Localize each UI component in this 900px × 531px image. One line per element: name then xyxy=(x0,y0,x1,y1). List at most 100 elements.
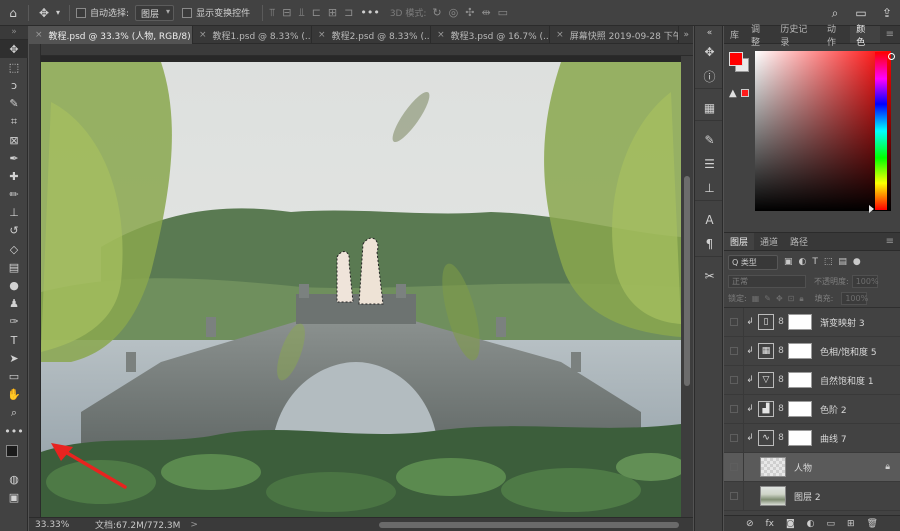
close-icon[interactable]: × xyxy=(199,30,207,40)
layer-mask-thumbnail[interactable] xyxy=(788,372,812,388)
rectangle-tool[interactable]: ▭ xyxy=(0,367,28,385)
home-icon[interactable]: ⌂ xyxy=(4,4,22,22)
layer-thumbnail[interactable] xyxy=(760,486,786,506)
character-icon[interactable]: A xyxy=(695,208,724,232)
tabs-overflow-icon[interactable]: » xyxy=(679,26,693,43)
layer-row[interactable]: ↲ ▽ 8 自然饱和度 1 xyxy=(724,365,900,395)
color-picker-field[interactable] xyxy=(755,51,895,211)
visibility-toggle[interactable] xyxy=(724,452,744,482)
close-icon[interactable]: × xyxy=(437,30,445,40)
screen-mode-icon[interactable]: ▣ xyxy=(0,488,28,506)
layer-name[interactable]: 人物 xyxy=(794,461,812,474)
chevron-down-icon[interactable]: ▾ xyxy=(53,4,63,22)
link-icon[interactable]: 8 xyxy=(776,404,786,414)
align-left-icon[interactable]: ⊏ xyxy=(312,6,321,20)
align-center-icon[interactable]: ⊞ xyxy=(328,6,337,20)
brush-tool[interactable]: ✏ xyxy=(0,186,28,204)
auto-select-dropdown[interactable]: 图层 xyxy=(135,4,175,21)
search-icon[interactable]: ⌕ xyxy=(826,4,844,22)
hand-tool[interactable]: ✋ xyxy=(0,386,28,404)
link-icon[interactable]: 8 xyxy=(776,317,786,327)
filter-adjustment-icon[interactable]: ◐ xyxy=(799,257,807,267)
tool-presets-icon[interactable]: ✂ xyxy=(695,264,724,288)
filter-pixel-icon[interactable]: ▣ xyxy=(784,257,793,267)
lock-all-icon[interactable]: 🔒︎ xyxy=(799,294,803,304)
gradient-tool[interactable]: ▤ xyxy=(0,258,28,276)
marquee-tool[interactable]: ⬚ xyxy=(0,58,28,76)
layers-panel-tab[interactable]: 通道 xyxy=(754,233,784,250)
visibility-toggle[interactable] xyxy=(724,365,744,395)
trash-icon[interactable]: 🗑︎ xyxy=(867,519,878,529)
opacity-field[interactable]: 100% xyxy=(851,275,879,288)
paragraph-icon[interactable]: ¶ xyxy=(695,232,724,256)
tools-grip[interactable]: » xyxy=(0,26,28,40)
brush-settings-icon[interactable]: ✎ xyxy=(695,128,724,152)
layer-mask-thumbnail[interactable] xyxy=(788,430,812,446)
3d-slide-icon[interactable]: ⇹ xyxy=(481,6,490,19)
foreground-color-chip[interactable] xyxy=(729,52,743,66)
document-tab[interactable]: × 教程2.psd @ 8.33% (... xyxy=(312,26,432,44)
new-layer-icon[interactable]: ⊞ xyxy=(847,519,855,529)
layer-row[interactable]: ↲ ∿ 8 曲线 7 xyxy=(724,423,900,453)
layer-name[interactable]: 自然饱和度 1 xyxy=(820,374,874,387)
filter-type-icon[interactable]: T xyxy=(812,257,818,267)
document-tab[interactable]: × 教程3.psd @ 16.7% (... xyxy=(431,26,551,44)
adjustment-icon[interactable]: ▟ xyxy=(758,401,774,417)
3d-camera-icon[interactable]: ▭ xyxy=(498,6,508,19)
status-menu-caret[interactable]: > xyxy=(190,520,198,530)
pen-tool[interactable]: ✑ xyxy=(0,313,28,331)
grid-icon[interactable]: ▦ xyxy=(695,96,724,120)
layer-mask-thumbnail[interactable] xyxy=(788,343,812,359)
link-icon[interactable]: 8 xyxy=(776,433,786,443)
document-tab[interactable]: × 教程.psd @ 33.3% (人物, RGB/8) * xyxy=(29,26,193,44)
layers-panel-tab[interactable]: 路径 xyxy=(784,233,814,250)
layer-row[interactable]: 图层 2 xyxy=(724,481,900,511)
panel-menu-icon[interactable]: ≡ xyxy=(880,26,900,43)
adjustment-icon[interactable]: ▯ xyxy=(758,314,774,330)
layer-thumbnail[interactable] xyxy=(760,457,786,477)
blend-mode-dropdown[interactable]: 正常 xyxy=(728,275,806,288)
gamut-warning-icon[interactable]: ▲ xyxy=(729,88,737,99)
blur-tool[interactable]: ● xyxy=(0,276,28,294)
link-icon[interactable]: 8 xyxy=(776,375,786,385)
more-tools-icon[interactable]: ••• xyxy=(0,422,28,440)
visibility-toggle[interactable] xyxy=(724,423,744,453)
add-mask-icon[interactable]: ◙ xyxy=(786,519,795,529)
align-middle-icon[interactable]: ⊟ xyxy=(282,6,291,20)
panel-collapse-icon[interactable]: « xyxy=(695,26,724,40)
horizontal-scrollbar[interactable] xyxy=(379,521,679,528)
document-canvas[interactable] xyxy=(41,62,681,517)
quick-mask-icon[interactable]: ◍ xyxy=(0,470,28,488)
move-tool[interactable]: ✥ xyxy=(0,40,28,59)
healing-brush-tool[interactable]: ✚ xyxy=(0,167,28,185)
quick-select-tool[interactable]: ✎ xyxy=(0,95,28,113)
visibility-toggle[interactable] xyxy=(724,336,744,366)
align-bottom-icon[interactable]: ⫫ xyxy=(299,6,305,20)
new-adjustment-icon[interactable]: ◐ xyxy=(807,519,815,529)
cube-icon[interactable]: ✥ xyxy=(695,40,724,64)
layer-row[interactable]: ↲ ▯ 8 渐变映射 3 xyxy=(724,307,900,337)
eyedropper-tool[interactable]: ✒ xyxy=(0,149,28,167)
layer-kind-filter[interactable]: Q 类型 xyxy=(728,254,778,270)
show-transform-checkbox[interactable] xyxy=(182,7,193,18)
clone-source-icon[interactable]: ⊥ xyxy=(695,176,724,200)
gamut-warning-swatch[interactable] xyxy=(741,89,749,97)
lock-image-icon[interactable]: ✎ xyxy=(764,294,771,303)
align-right-icon[interactable]: ⊐ xyxy=(344,6,353,20)
layer-name[interactable]: 色相/饱和度 5 xyxy=(820,345,877,358)
panel-menu-icon[interactable]: ≡ xyxy=(880,233,900,250)
clone-stamp-tool[interactable]: ⊥ xyxy=(0,204,28,222)
color-panel-tab[interactable]: 动作 xyxy=(821,25,850,48)
color-panel-tab[interactable]: 颜色 xyxy=(850,25,880,48)
lock-position-icon[interactable]: ✥ xyxy=(776,294,783,303)
visibility-toggle[interactable] xyxy=(724,394,744,424)
close-icon[interactable]: × xyxy=(556,30,564,40)
type-tool[interactable]: T xyxy=(0,331,28,349)
filter-shape-icon[interactable]: ⬚ xyxy=(824,257,833,267)
3d-pan-icon[interactable]: ✣ xyxy=(465,6,474,19)
document-tab[interactable]: × 教程1.psd @ 8.33% (... xyxy=(193,26,313,44)
visibility-toggle[interactable] xyxy=(724,481,744,511)
color-panel-tab[interactable]: 历史记录 xyxy=(774,25,821,48)
layer-row[interactable]: ↲ ▦ 8 色相/饱和度 5 xyxy=(724,336,900,366)
workspace-icon[interactable]: ▭ xyxy=(852,4,870,22)
